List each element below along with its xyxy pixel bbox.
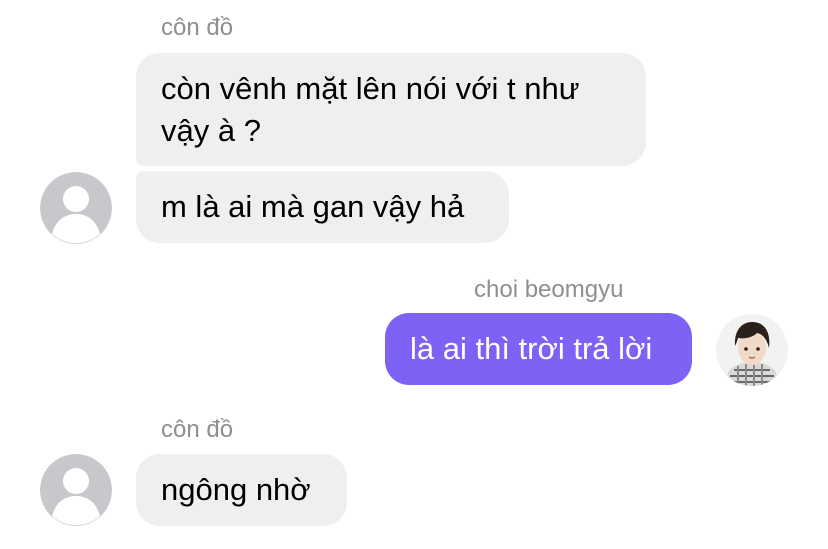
default-avatar[interactable] <box>40 172 112 244</box>
user-avatar[interactable] <box>716 314 788 386</box>
message-text: là ai thì trời trả lời <box>410 331 653 366</box>
profile-photo <box>716 314 788 386</box>
person-placeholder-icon <box>40 454 112 526</box>
message-bubble[interactable]: còn vênh mặt lên nói với t như vậy à ? <box>136 53 646 166</box>
message-bubble[interactable]: ngông nhờ <box>136 454 347 526</box>
sender-name: côn đồ <box>161 416 234 443</box>
message-bubble[interactable]: m là ai mà gan vậy hả <box>136 171 509 243</box>
sender-name: côn đồ <box>161 14 234 41</box>
message-text: còn vênh mặt lên nói với t như vậy à ? <box>161 70 580 148</box>
person-placeholder-icon <box>40 172 112 244</box>
message-bubble[interactable]: là ai thì trời trả lời <box>385 313 692 385</box>
message-text: ngông nhờ <box>161 472 311 507</box>
message-text: m là ai mà gan vậy hả <box>161 189 465 224</box>
sender-name: choi beomgyu <box>474 276 624 303</box>
default-avatar[interactable] <box>40 454 112 526</box>
